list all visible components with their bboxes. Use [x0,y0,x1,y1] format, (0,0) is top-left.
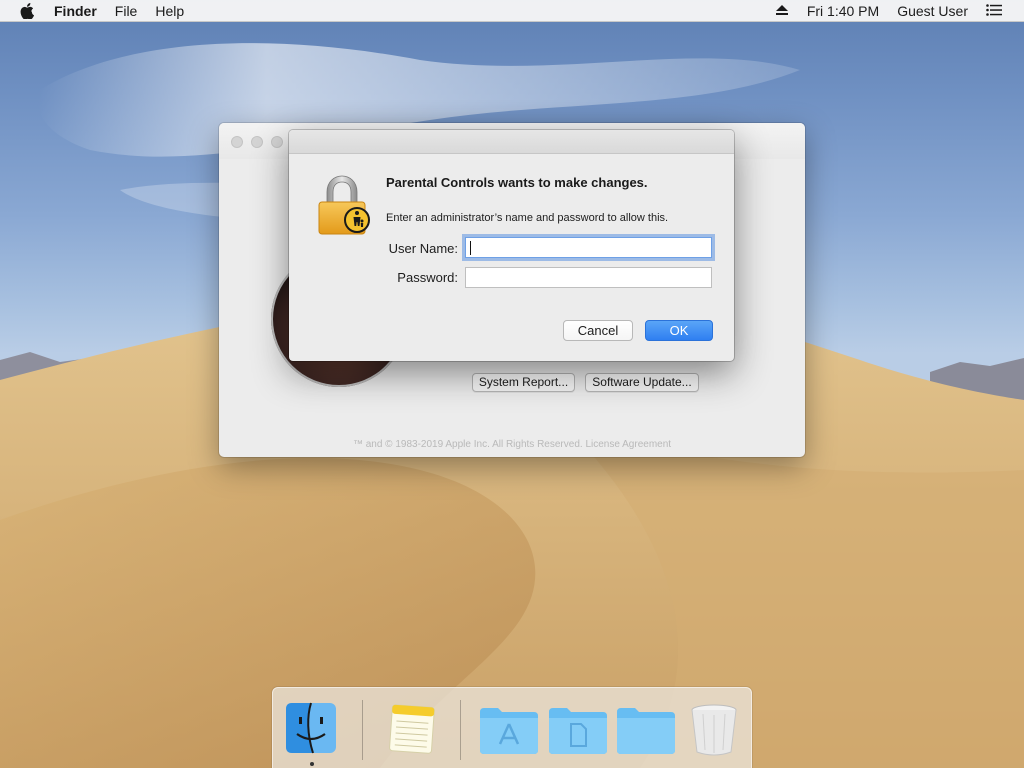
lock-parental-icon [317,174,373,240]
menu-bar-extras: Fri 1:40 PM Guest User [775,3,1024,19]
user-menu[interactable]: Guest User [897,3,968,19]
finder-icon[interactable] [283,700,339,756]
downloads-folder-icon[interactable] [615,700,675,756]
menu-help[interactable]: Help [155,3,184,19]
dock [272,687,752,768]
menu-app-name[interactable]: Finder [54,3,97,19]
clock[interactable]: Fri 1:40 PM [807,3,879,19]
system-report-button[interactable]: System Report... [472,373,575,392]
dock-separator [460,700,461,760]
applications-folder-icon[interactable] [478,700,538,756]
list-icon[interactable] [986,3,1002,19]
ok-button[interactable]: OK [645,320,713,341]
documents-folder-icon[interactable] [547,700,607,756]
menu-bar: Finder File Help Fri 1:40 PM Guest User [0,0,1024,22]
cancel-button[interactable]: Cancel [563,320,633,341]
user-name-label: User Name: [388,241,458,256]
copyright-footer: ™ and © 1983-2019 Apple Inc. All Rights … [352,439,672,450]
text-cursor [470,241,471,255]
dialog-title: Parental Controls wants to make changes. [386,175,648,190]
eject-icon[interactable] [775,3,789,19]
trash-icon[interactable] [687,700,743,756]
auth-dialog: Parental Controls wants to make changes.… [289,130,734,361]
minimize-button[interactable] [251,136,263,148]
apple-icon[interactable] [20,2,36,19]
zoom-button[interactable] [271,136,283,148]
dock-separator [362,700,363,760]
close-button[interactable] [231,136,243,148]
menu-file[interactable]: File [115,3,138,19]
password-field[interactable] [465,267,712,288]
dialog-message: Enter an administrator’s name and passwo… [386,212,669,224]
notes-icon[interactable] [383,700,439,756]
password-label: Password: [397,270,458,285]
software-update-button[interactable]: Software Update... [585,373,699,392]
running-indicator [310,762,314,766]
user-name-field[interactable] [465,237,712,258]
dialog-titlebar[interactable] [289,130,734,154]
